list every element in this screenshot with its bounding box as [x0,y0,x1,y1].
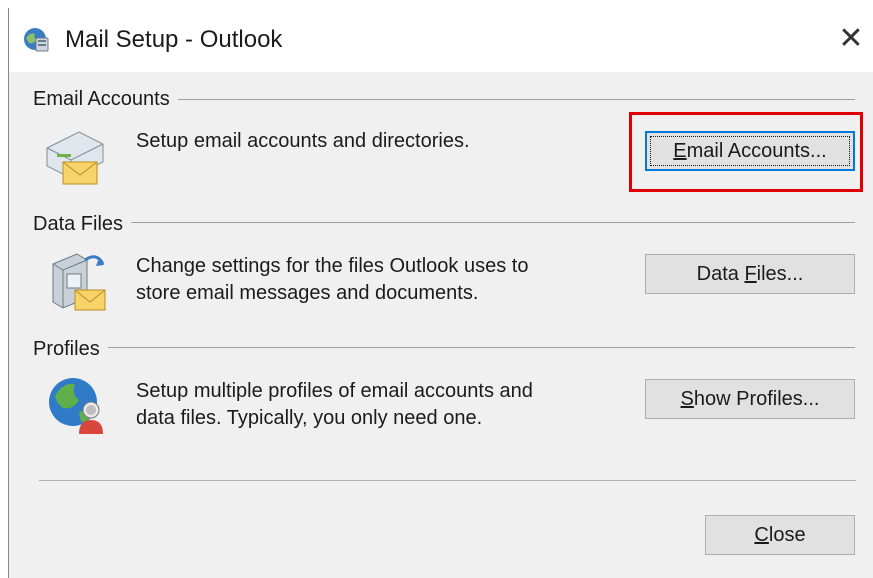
profiles-description: Setup multiple profiles of email account… [136,378,533,432]
email-accounts-icon [46,131,104,185]
data-files-button[interactable]: Data Files... [645,254,855,294]
accelerator-key: S [680,388,694,410]
red-highlight-box [629,112,863,192]
dialog-title: Mail Setup - Outlook [65,26,283,53]
description-line: Setup multiple profiles of email account… [136,380,533,402]
profiles-icon [49,378,103,434]
close-button[interactable]: Close [705,515,855,555]
button-label-suffix: iles... [756,263,804,285]
group-divider-profiles [33,347,855,348]
accelerator-key: F [744,263,757,285]
email-accounts-description: Setup email accounts and directories. [136,128,470,155]
data-files-description: Change settings for the files Outlook us… [136,253,528,307]
button-label-suffix: lose [768,524,806,546]
accelerator-key: C [754,524,769,546]
group-title-data-files: Data Files [33,212,132,236]
group-divider-data-files [33,222,855,223]
button-label: Data Files... [697,263,804,285]
button-label-suffix: how Profiles... [693,388,820,410]
group-title-profiles: Profiles [33,337,108,361]
title-bar: Mail Setup - Outlook ✕ [9,8,873,72]
group-title-email-accounts: Email Accounts [33,87,178,111]
description-line: data files. Typically, you only need one… [136,407,483,429]
mail-setup-dialog: Mail Setup - Outlook ✕ Email Accounts Se… [8,8,873,578]
description-line: Setup email accounts and directories. [136,130,470,152]
description-line: store email messages and documents. [136,282,479,304]
outlook-mail-icon [24,28,49,52]
button-label: Close [754,524,805,546]
button-label-prefix: Data [696,263,745,285]
data-files-icon [52,253,106,311]
footer-separator [39,480,856,481]
close-icon[interactable]: ✕ [834,22,868,56]
show-profiles-button[interactable]: Show Profiles... [645,379,855,419]
description-line: Change settings for the files Outlook us… [136,255,529,277]
button-label: Show Profiles... [681,388,820,410]
